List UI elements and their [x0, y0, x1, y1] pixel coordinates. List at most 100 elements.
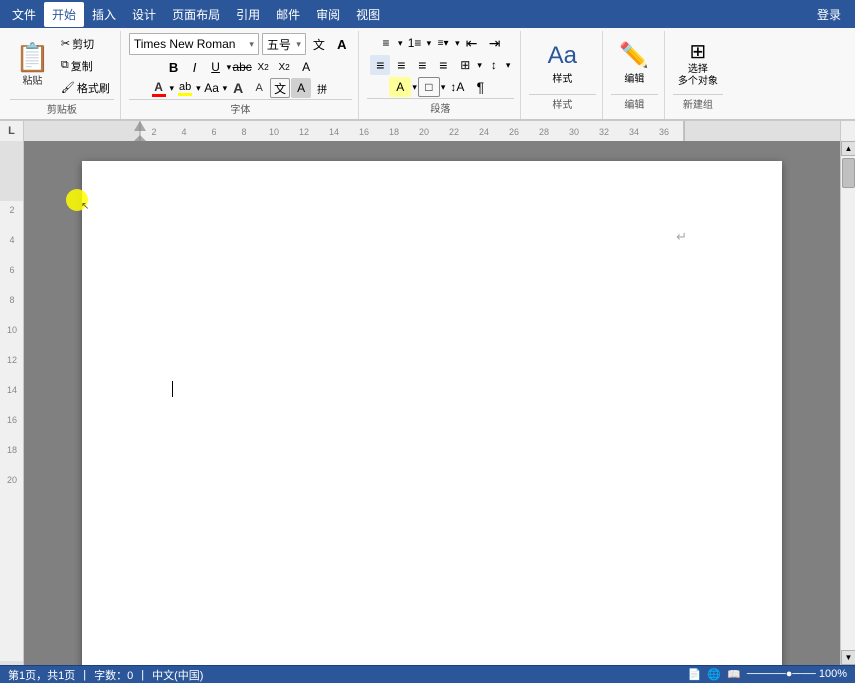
- menu-item-file[interactable]: 文件: [4, 2, 44, 27]
- menu-item-design[interactable]: 设计: [124, 2, 164, 27]
- font-wen-button[interactable]: 文: [309, 34, 329, 54]
- menu-item-layout[interactable]: 页面布局: [164, 2, 228, 27]
- phonetics-button[interactable]: 拼: [312, 78, 332, 98]
- char-border-button[interactable]: 文: [270, 78, 290, 98]
- zoom-slider[interactable]: ─────●─── 100%: [747, 668, 847, 681]
- numbered-list-arrow[interactable]: ▾: [427, 38, 432, 49]
- font-size-decrease[interactable]: A: [249, 78, 269, 98]
- bullet-list-arrow[interactable]: ▾: [398, 38, 403, 49]
- select-multiple-group: ⊞ 选择多个对象 新建组: [667, 31, 729, 119]
- new-group-label: 新建组: [683, 96, 713, 112]
- vertical-scrollbar[interactable]: ▲ ▼: [840, 141, 855, 665]
- highlight-arrow[interactable]: ▾: [196, 83, 201, 94]
- scroll-up-button[interactable]: ▲: [841, 141, 855, 156]
- svg-text:2: 2: [9, 205, 14, 215]
- decrease-indent-button[interactable]: ⇤: [461, 33, 483, 53]
- font-color-button2[interactable]: Aa: [202, 78, 222, 98]
- subscript-button[interactable]: X2: [253, 57, 273, 77]
- underline-arrow[interactable]: ▾: [227, 62, 232, 73]
- highlight-icon: ab: [179, 81, 191, 93]
- bold-button[interactable]: B: [164, 57, 184, 77]
- clear-format-button[interactable]: A: [295, 57, 317, 77]
- line-spacing-arrow[interactable]: ▾: [506, 60, 511, 71]
- styles-label: 样式: [552, 70, 572, 85]
- document-area[interactable]: ↖ ↵: [24, 141, 840, 665]
- paragraph-group: ≡ ▾ 1≡ ▾ ≡▾ ▾ ⇤ ⇥ ≡ ≡ ≡ ≡ ⊞ ▾ ↕ ▾ A ▾ □ …: [361, 31, 521, 119]
- menu-item-home[interactable]: 开始: [44, 2, 84, 27]
- svg-text:16: 16: [359, 127, 369, 137]
- font-size-value: 五号: [267, 36, 296, 53]
- svg-text:20: 20: [7, 475, 17, 485]
- border-arrow[interactable]: ▾: [441, 82, 446, 93]
- align-left-button[interactable]: ≡: [370, 55, 390, 75]
- highlight-button[interactable]: ab: [175, 78, 195, 98]
- numbered-list-button[interactable]: 1≡: [404, 33, 426, 53]
- shading-button[interactable]: A: [389, 77, 411, 97]
- align-right-button[interactable]: ≡: [412, 55, 432, 75]
- superscript-button[interactable]: X2: [274, 57, 294, 77]
- word-count: 字数：0: [94, 667, 133, 683]
- menu-item-view[interactable]: 视图: [348, 2, 388, 27]
- scroll-thumb[interactable]: [842, 158, 855, 188]
- font-name-arrow: ▾: [249, 39, 254, 50]
- show-marks-button[interactable]: ¶: [469, 77, 491, 97]
- document-page[interactable]: ↵: [82, 161, 782, 665]
- login-button[interactable]: 登录: [807, 2, 851, 27]
- italic-button[interactable]: I: [185, 57, 205, 77]
- font-color-arrow2[interactable]: ▾: [223, 83, 228, 94]
- view-read-button[interactable]: 📖: [727, 668, 741, 681]
- border-button[interactable]: □: [418, 77, 440, 97]
- format-painter-button[interactable]: 🖌 格式刷: [57, 78, 114, 98]
- cut-icon: ✂: [61, 37, 70, 50]
- font-size-selector[interactable]: 五号 ▾: [262, 33, 306, 55]
- copy-label: 复制: [71, 58, 93, 74]
- styles-icon: Aa: [548, 42, 577, 70]
- svg-text:14: 14: [329, 127, 339, 137]
- align-center-button[interactable]: ≡: [391, 55, 411, 75]
- font-name-value: Times New Roman: [134, 37, 249, 51]
- strikethrough-button[interactable]: abc: [232, 57, 252, 77]
- increase-indent-button[interactable]: ⇥: [484, 33, 506, 53]
- ribbon: 📋 粘贴 ✂ 剪切 ⧉ 复制 🖌 格式刷 剪贴板: [0, 28, 855, 121]
- styles-button[interactable]: Aa 样式: [543, 33, 582, 93]
- edit-button[interactable]: ✏️ 编辑: [614, 33, 654, 93]
- paste-button[interactable]: 📋 粘贴: [10, 37, 55, 95]
- justify-button[interactable]: ≡: [433, 55, 453, 75]
- select-multiple-button[interactable]: ⊞ 选择多个对象: [673, 33, 723, 93]
- char-shade-button[interactable]: A: [291, 78, 311, 98]
- font-name-selector[interactable]: Times New Roman ▾: [129, 33, 259, 55]
- underline-button[interactable]: U: [206, 57, 226, 77]
- scroll-down-button[interactable]: ▼: [841, 650, 855, 665]
- multilevel-list-arrow[interactable]: ▾: [455, 38, 460, 49]
- font-A-button[interactable]: A: [332, 34, 352, 54]
- sort-button[interactable]: ↕A: [446, 77, 468, 97]
- font-size-increase[interactable]: A: [228, 78, 248, 98]
- columns-button[interactable]: ⊞: [454, 55, 476, 75]
- bullet-list-button[interactable]: ≡: [375, 33, 397, 53]
- shading-arrow[interactable]: ▾: [412, 82, 417, 93]
- view-web-button[interactable]: 🌐: [707, 668, 721, 681]
- clipboard-group: 📋 粘贴 ✂ 剪切 ⧉ 复制 🖌 格式刷 剪贴板: [4, 31, 121, 119]
- svg-text:28: 28: [539, 127, 549, 137]
- menu-item-review[interactable]: 审阅: [308, 2, 348, 27]
- styles-group: Aa 样式 样式: [523, 31, 603, 119]
- cut-button[interactable]: ✂ 剪切: [57, 34, 114, 54]
- menu-item-mail[interactable]: 邮件: [268, 2, 308, 27]
- ruler-corner[interactable]: L: [0, 121, 24, 141]
- menu-item-insert[interactable]: 插入: [84, 2, 124, 27]
- line-spacing-button[interactable]: ↕: [483, 55, 505, 75]
- text-color-arrow[interactable]: ▾: [170, 83, 175, 94]
- text-cursor: [172, 381, 173, 397]
- svg-text:18: 18: [389, 127, 399, 137]
- clipboard-label: 剪贴板: [47, 101, 77, 117]
- menu-item-references[interactable]: 引用: [228, 2, 268, 27]
- multilevel-list-button[interactable]: ≡▾: [432, 33, 454, 53]
- copy-button[interactable]: ⧉ 复制: [57, 56, 114, 76]
- paragraph-mark-header: ↵: [676, 229, 687, 245]
- svg-text:18: 18: [7, 445, 17, 455]
- text-color-button[interactable]: A: [149, 78, 169, 98]
- columns-arrow[interactable]: ▾: [477, 60, 482, 71]
- format-painter-label: 格式刷: [77, 80, 110, 96]
- view-print-button[interactable]: 📄: [688, 668, 702, 681]
- svg-text:32: 32: [599, 127, 609, 137]
